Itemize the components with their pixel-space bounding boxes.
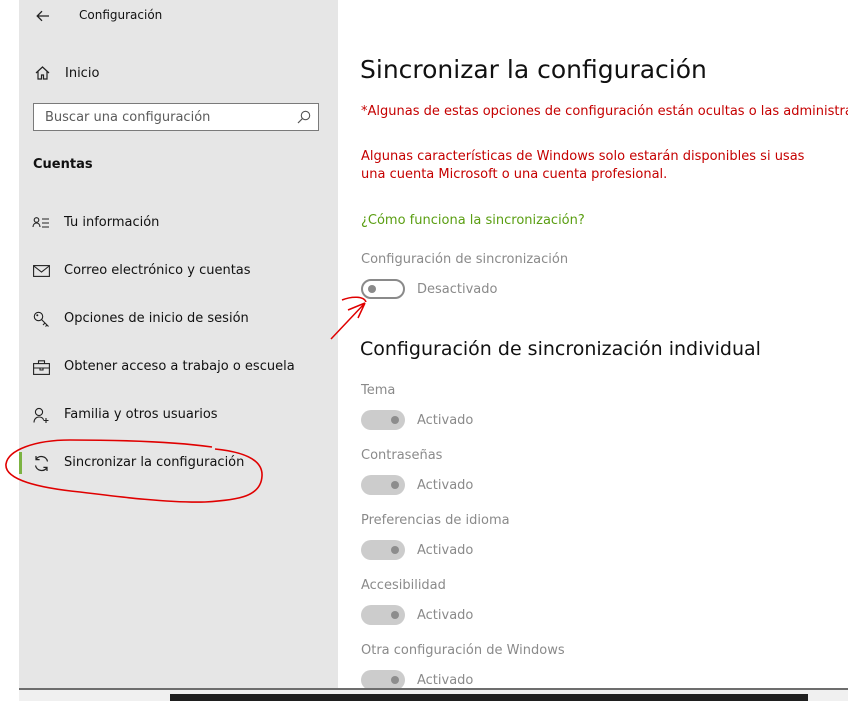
warning-account-required: Algunas características de Windows solo … xyxy=(361,149,805,182)
sidebar-item-label: Sincronizar la configuración xyxy=(64,455,245,470)
accessibility-toggle-state: Activado xyxy=(417,608,474,623)
passwords-toggle[interactable] xyxy=(361,475,405,495)
sidebar-item-label: Familia y otros usuarios xyxy=(64,407,218,422)
sidebar-item-label: Obtener acceso a trabajo o escuela xyxy=(64,359,295,374)
language-label: Preferencias de idioma xyxy=(361,513,510,528)
theme-label: Tema xyxy=(361,383,396,398)
left-margin xyxy=(0,0,19,701)
individual-section-title: Configuración de sincronización individu… xyxy=(360,338,761,360)
sync-toggle-state: Desactivado xyxy=(417,282,498,297)
sidebar-item-label: Correo electrónico y cuentas xyxy=(64,263,251,278)
passwords-toggle-state: Activado xyxy=(417,478,474,493)
language-toggle-state: Activado xyxy=(417,543,474,558)
toggle-knob xyxy=(391,481,399,489)
briefcase-icon xyxy=(32,358,50,376)
other-windows-label: Otra configuración de Windows xyxy=(361,643,565,658)
sidebar-item-sincronizar[interactable]: Sincronizar la configuración xyxy=(19,448,338,478)
window-border-line xyxy=(19,688,848,690)
sidebar: Configuración Inicio Buscar una configur… xyxy=(19,0,338,688)
sidebar-item-correo[interactable]: Correo electrónico y cuentas xyxy=(19,256,338,286)
language-toggle[interactable] xyxy=(361,540,405,560)
section-title-cuentas: Cuentas xyxy=(33,157,93,172)
taskbar-strip xyxy=(170,694,808,701)
toggle-knob xyxy=(368,285,376,293)
sync-icon xyxy=(32,454,50,472)
sidebar-item-label: Opciones de inicio de sesión xyxy=(64,311,249,326)
page-title: Sincronizar la configuración xyxy=(360,55,707,84)
passwords-label: Contraseñas xyxy=(361,448,443,463)
main-content: Sincronizar la configuración *Algunas de… xyxy=(338,0,848,688)
person-card-icon xyxy=(32,214,50,232)
search-placeholder: Buscar una configuración xyxy=(45,110,211,125)
help-link[interactable]: ¿Cómo funciona la sincronización? xyxy=(361,213,585,228)
home-label: Inicio xyxy=(65,65,100,81)
warning-hidden-settings: *Algunas de estas opciones de configurac… xyxy=(361,104,848,119)
sidebar-item-familia[interactable]: Familia y otros usuarios xyxy=(19,400,338,430)
search-input[interactable]: Buscar una configuración xyxy=(33,103,319,131)
home-nav-item[interactable]: Inicio xyxy=(33,62,99,84)
person-add-icon xyxy=(32,406,50,424)
toggle-knob xyxy=(391,676,399,684)
toggle-knob xyxy=(391,416,399,424)
toggle-knob xyxy=(391,611,399,619)
accessibility-toggle[interactable] xyxy=(361,605,405,625)
theme-toggle-state: Activado xyxy=(417,413,474,428)
sidebar-item-tu-informacion[interactable]: Tu información xyxy=(19,208,338,238)
other-windows-toggle[interactable] xyxy=(361,670,405,688)
mail-icon xyxy=(32,262,50,280)
toggle-knob xyxy=(391,546,399,554)
sidebar-item-trabajo-escuela[interactable]: Obtener acceso a trabajo o escuela xyxy=(19,352,338,382)
back-arrow-icon[interactable] xyxy=(33,6,53,26)
active-indicator xyxy=(19,452,22,474)
key-icon xyxy=(32,310,50,328)
accessibility-label: Accesibilidad xyxy=(361,578,446,593)
app-title: Configuración xyxy=(79,8,163,22)
other-windows-toggle-state: Activado xyxy=(417,673,474,688)
home-icon xyxy=(33,64,51,82)
sync-setting-label: Configuración de sincronización xyxy=(361,252,569,267)
theme-toggle[interactable] xyxy=(361,410,405,430)
sync-toggle[interactable] xyxy=(361,279,405,299)
sidebar-item-inicio-sesion[interactable]: Opciones de inicio de sesión xyxy=(19,304,338,334)
sidebar-item-label: Tu información xyxy=(64,215,160,230)
search-icon[interactable] xyxy=(296,109,312,125)
